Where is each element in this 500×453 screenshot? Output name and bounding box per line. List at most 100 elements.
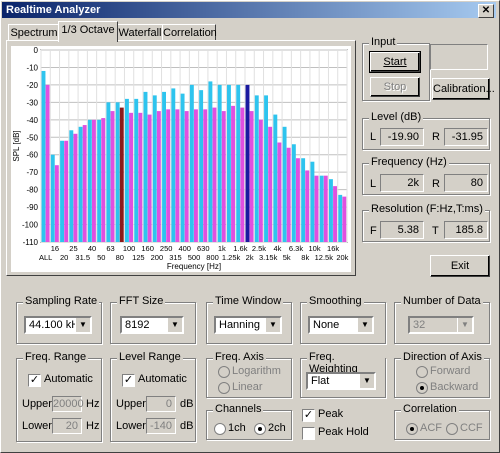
bar-l — [106, 102, 111, 242]
resolution-group-label: Resolution (F:Hz,T:ms) — [369, 203, 485, 215]
bar-r — [231, 105, 235, 242]
smoothing-label: Smoothing — [307, 295, 364, 307]
fft-size-select[interactable]: 8192 ▼ — [120, 316, 184, 334]
number-of-data-select[interactable]: 32 ▼ — [408, 316, 474, 334]
start-button[interactable]: Start — [369, 51, 421, 73]
freq-weighting-select[interactable]: Flat ▼ — [306, 372, 376, 390]
level-range-label: Level Range — [117, 351, 183, 363]
tab-waterfall[interactable]: Waterfall — [117, 24, 163, 41]
bar-r — [221, 111, 226, 242]
x-tick-label: 1.6k — [233, 244, 247, 253]
level-r-label: R — [432, 131, 440, 143]
bar-r — [314, 175, 319, 242]
x-tick-label: 20 — [60, 253, 68, 262]
x-tick-label: 1k — [218, 244, 226, 253]
bar-l — [199, 90, 204, 243]
sampling-rate-select[interactable]: 44.100 kHz ▼ — [24, 316, 92, 334]
peak-checkbox[interactable]: ✓ — [302, 409, 315, 422]
channels-1ch-radio[interactable] — [214, 423, 226, 435]
x-tick-label: 6.3k — [289, 244, 303, 253]
freq-upper-unit: Hz — [86, 398, 100, 410]
freq-axis-log-radio[interactable] — [218, 366, 230, 378]
frequency-r-value: 80 — [444, 174, 488, 192]
level-range-auto-checkbox[interactable]: ✓ — [122, 374, 135, 387]
level-r-value: -31.95 — [444, 128, 488, 146]
exit-button[interactable]: Exit — [430, 255, 490, 277]
close-icon[interactable]: ✕ — [478, 4, 494, 18]
x-tick-label: 50 — [97, 253, 105, 262]
bar-l — [301, 158, 306, 242]
direction-backward-radio[interactable] — [416, 382, 428, 394]
freq-range-auto-label: Automatic — [44, 373, 93, 385]
correlation-ccf-label: CCF — [460, 422, 483, 434]
level-upper-input[interactable]: 0 — [146, 396, 176, 412]
correlation-acf-label: ACF — [420, 422, 442, 434]
correlation-ccf-radio[interactable] — [446, 423, 458, 435]
stop-button[interactable]: Stop — [370, 77, 420, 97]
x-tick-label: 250 — [160, 244, 173, 253]
level-upper-unit: dB — [180, 398, 194, 410]
freq-range-label: Freq. Range — [23, 351, 89, 363]
x-tick-label: 630 — [197, 244, 210, 253]
tab-correlation[interactable]: Correlation — [162, 24, 217, 41]
bar-l — [329, 179, 333, 242]
bar-r — [101, 118, 106, 242]
x-axis-label: Frequency [Hz] — [167, 262, 221, 271]
x-tick-label: 63 — [106, 244, 114, 253]
y-tick-label: 0 — [34, 46, 39, 55]
bar-l — [319, 175, 324, 242]
x-tick-label: 400 — [178, 244, 191, 253]
freq-upper-input[interactable]: 20000 — [52, 396, 84, 412]
freq-axis-linear-radio[interactable] — [218, 382, 230, 394]
bar-r — [119, 107, 124, 242]
x-tick-label: 4k — [273, 244, 281, 253]
bar-l — [50, 154, 55, 242]
time-window-select[interactable]: Hanning ▼ — [214, 316, 282, 334]
bar-r — [212, 107, 217, 242]
time-window-label: Time Window — [213, 295, 284, 307]
calibration-button[interactable]: Calibration... — [432, 78, 495, 100]
bar-r — [82, 125, 87, 242]
freq-range-auto-checkbox[interactable]: ✓ — [28, 374, 41, 387]
window-title: Realtime Analyzer — [6, 4, 101, 16]
bar-l — [245, 84, 250, 242]
level-lower-input[interactable]: -140 — [146, 418, 176, 434]
bar-l — [41, 70, 46, 242]
tab-spectrum[interactable]: Spectrum — [8, 24, 60, 41]
bar-l — [134, 98, 139, 242]
bar-l — [227, 84, 231, 242]
bar-r — [296, 158, 300, 242]
bar-r — [166, 109, 171, 242]
frequency-r-label: R — [432, 178, 440, 190]
bar-l — [97, 119, 102, 242]
x-tick-label: 1.25k — [222, 253, 241, 262]
channels-2ch-radio[interactable] — [254, 423, 266, 435]
direction-forward-radio[interactable] — [416, 366, 428, 378]
smoothing-select[interactable]: None ▼ — [308, 316, 374, 334]
channels-2ch-label: 2ch — [268, 422, 286, 434]
bar-l — [143, 91, 148, 243]
input-indicator — [430, 44, 488, 70]
peak-hold-checkbox[interactable] — [302, 427, 315, 440]
x-tick-label: 16k — [327, 244, 339, 253]
bar-r — [45, 84, 50, 242]
bar-r — [54, 165, 59, 242]
fft-size-label: FFT Size — [117, 295, 166, 307]
resolution-t-label: T — [432, 225, 439, 237]
x-tick-label: 40 — [88, 244, 96, 253]
smoothing-value: None — [313, 319, 340, 331]
bar-l — [180, 93, 185, 242]
y-tick-label: -100 — [22, 221, 39, 230]
bar-l — [254, 95, 259, 242]
bar-r — [258, 119, 263, 242]
title-bar: Realtime Analyzer ✕ — [2, 2, 496, 18]
bar-r — [286, 147, 291, 242]
peak-label: Peak — [318, 408, 344, 420]
time-window-value: Hanning — [219, 319, 260, 331]
level-upper-label: Upper — [116, 398, 146, 410]
tab-third-octave[interactable]: 1/3 Octave — [58, 21, 118, 42]
x-tick-label: 31.5 — [75, 253, 90, 262]
freq-lower-input[interactable]: 20 — [52, 418, 82, 434]
chevron-down-icon: ▼ — [457, 318, 472, 332]
correlation-acf-radio[interactable] — [406, 423, 418, 435]
